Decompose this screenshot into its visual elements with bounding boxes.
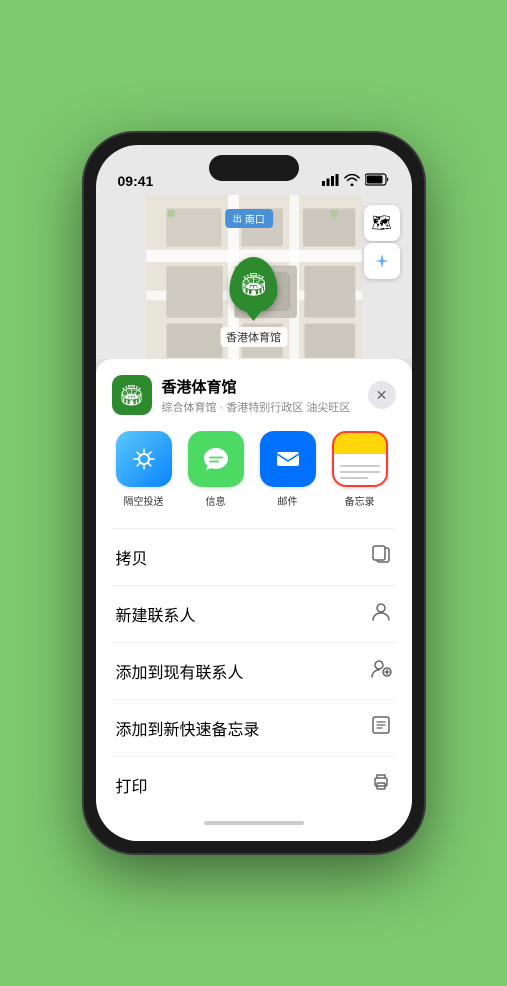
place-name: 香港体育馆 [162, 376, 358, 397]
airdrop-icon-wrap [116, 431, 172, 487]
marker-label: 香港体育馆 [220, 327, 287, 347]
close-button[interactable]: ✕ [368, 381, 396, 409]
new-contact-icon [370, 600, 392, 628]
status-time: 09:41 [118, 173, 154, 189]
action-print[interactable]: 打印 [112, 757, 396, 813]
mail-label: 邮件 [278, 493, 298, 508]
notes-lines [340, 465, 380, 479]
wifi-icon [344, 174, 360, 189]
notes-label: 备忘录 [345, 493, 375, 508]
action-new-contact[interactable]: 新建联系人 [112, 586, 396, 643]
app-item-mail[interactable]: 邮件 [256, 431, 320, 508]
dynamic-island [209, 155, 299, 181]
location-button[interactable] [364, 243, 400, 279]
action-add-notes[interactable]: 添加到新快速备忘录 [112, 700, 396, 757]
copy-icon [370, 543, 392, 571]
map-area: 出 南口 🗺 🏟 香港体育馆 [96, 195, 412, 359]
action-list: 拷贝 新建联系人 [112, 528, 396, 813]
share-sheet: 🏟 香港体育馆 综合体育馆 · 香港特别行政区 油尖旺区 ✕ [96, 359, 412, 841]
map-label-chip: 出 南口 [225, 209, 273, 228]
notes-line-1 [340, 465, 380, 467]
mail-icon [272, 443, 304, 475]
add-notes-icon [370, 714, 392, 742]
apps-row: 隔空投送 信息 [112, 431, 396, 512]
airdrop-label: 隔空投送 [124, 493, 164, 508]
stadium-icon: 🏟 [240, 272, 268, 298]
signal-icon [322, 174, 339, 189]
notes-line-3 [340, 477, 368, 479]
map-type-icon: 🗺 [371, 213, 391, 233]
action-copy[interactable]: 拷贝 [112, 529, 396, 586]
add-notes-label: 添加到新快速备忘录 [116, 716, 260, 740]
action-add-existing[interactable]: 添加到现有联系人 [112, 643, 396, 700]
messages-icon-wrap [188, 431, 244, 487]
map-chip-text: 南口 [245, 211, 265, 226]
print-label: 打印 [116, 773, 148, 797]
app-item-messages[interactable]: 信息 [184, 431, 248, 508]
location-marker: 🏟 香港体育馆 [220, 257, 287, 347]
print-icon [370, 771, 392, 799]
map-controls: 🗺 [364, 205, 400, 279]
close-icon: ✕ [376, 387, 388, 404]
battery-icon [365, 173, 390, 189]
home-indicator-area [112, 813, 396, 825]
app-item-notes[interactable]: 备忘录 [328, 431, 392, 508]
map-type-button[interactable]: 🗺 [364, 205, 400, 241]
marker-pin: 🏟 [230, 257, 278, 313]
notes-icon-wrap [332, 431, 388, 487]
phone-screen: 09:41 [96, 145, 412, 841]
compass-icon [374, 253, 390, 269]
place-subtitle: 综合体育馆 · 香港特别行政区 油尖旺区 [162, 399, 358, 415]
add-existing-icon [370, 657, 392, 685]
app-item-airdrop[interactable]: 隔空投送 [112, 431, 176, 508]
messages-label: 信息 [206, 493, 226, 508]
copy-label: 拷贝 [116, 545, 148, 569]
status-icons [322, 173, 390, 189]
add-existing-label: 添加到现有联系人 [116, 659, 244, 683]
map-chip-icon: 出 [233, 212, 242, 225]
home-indicator [204, 821, 304, 825]
place-info: 香港体育馆 综合体育馆 · 香港特别行政区 油尖旺区 [162, 376, 358, 415]
notes-line-2 [340, 471, 380, 473]
phone-frame: 09:41 [84, 133, 424, 853]
airdrop-icon [130, 445, 158, 473]
new-contact-label: 新建联系人 [116, 602, 196, 626]
place-header: 🏟 香港体育馆 综合体育馆 · 香港特别行政区 油尖旺区 ✕ [112, 375, 396, 415]
messages-icon [200, 443, 232, 475]
mail-icon-wrap [260, 431, 316, 487]
place-icon: 🏟 [112, 375, 152, 415]
